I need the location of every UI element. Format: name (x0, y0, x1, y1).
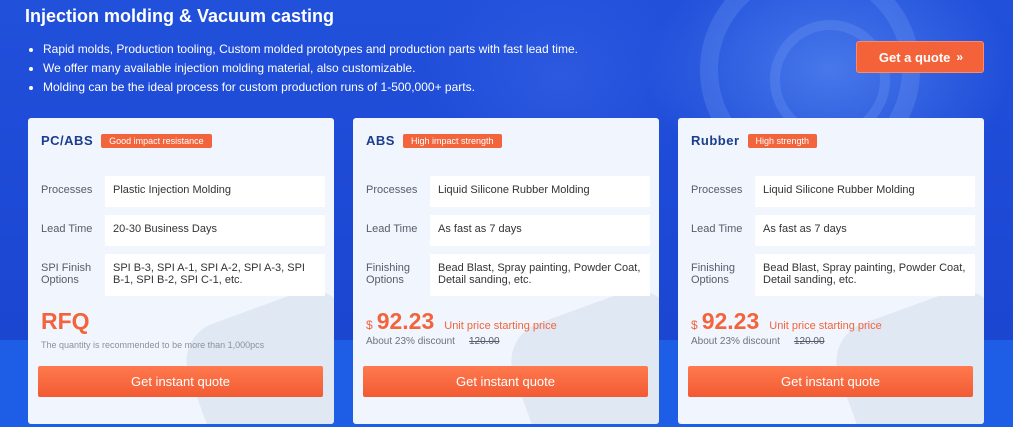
page-title: Injection molding & Vacuum casting (25, 6, 335, 26)
spec-value: As fast as 7 days (430, 215, 650, 246)
feature-bullet: Molding can be the ideal process for cus… (25, 78, 985, 97)
spec-rows: Processes Plastic Injection Molding Lead… (28, 176, 334, 304)
unit-price-label: Unit price starting price (769, 320, 882, 332)
original-price: 120.00 (793, 336, 825, 347)
spec-label: Lead Time (366, 223, 418, 235)
spec-value: 20-30 Business Days (105, 215, 325, 246)
spec-row-lead-time: Lead Time As fast as 7 days (353, 215, 659, 246)
discount-line: About 23% discount 120.00 (691, 336, 971, 347)
spec-row-processes: Processes Liquid Silicone Rubber Molding (353, 176, 659, 207)
spec-row-processes: Processes Plastic Injection Molding (28, 176, 334, 207)
spec-rows: Processes Liquid Silicone Rubber Molding… (353, 176, 659, 304)
get-a-quote-button[interactable]: Get a quote » (856, 41, 984, 73)
material-card-abs: ABS High impact strength Processes Liqui… (353, 118, 659, 424)
double-chevron-right-icon: » (956, 50, 963, 64)
currency-symbol: $ (366, 318, 373, 332)
material-card-pc-abs: PC/ABS Good impact resistance Processes … (28, 118, 334, 424)
property-tag: Good impact resistance (101, 133, 212, 148)
currency-symbol: $ (691, 318, 698, 332)
card-title: PC/ABS (41, 133, 94, 148)
spec-row-lead-time: Lead Time As fast as 7 days (678, 215, 984, 246)
spec-value: Plastic Injection Molding (105, 176, 325, 207)
spec-value: Bead Blast, Spray painting, Powder Coat,… (430, 254, 650, 296)
spec-value: As fast as 7 days (755, 215, 975, 246)
get-instant-quote-button[interactable]: Get instant quote (363, 366, 648, 397)
discount-line: About 23% discount 120.00 (366, 336, 646, 347)
spec-row-finishing-options: Finishing Options Bead Blast, Spray pain… (678, 254, 984, 296)
spec-label: Processes (366, 184, 418, 196)
feature-bullet: Rapid molds, Production tooling, Custom … (25, 40, 985, 59)
spec-row-finishing-options: Finishing Options Bead Blast, Spray pain… (353, 254, 659, 296)
spec-value: Bead Blast, Spray painting, Powder Coat,… (755, 254, 975, 296)
card-header: ABS High impact strength (366, 133, 502, 148)
rfq-label: RFQ (41, 308, 90, 334)
spec-label: SPI Finish Options (41, 262, 92, 286)
spec-label: Lead Time (41, 223, 93, 235)
price-line: $ 92.23 Unit price starting price (366, 308, 646, 334)
spec-value: Liquid Silicone Rubber Molding (430, 176, 650, 207)
quantity-note: The quantity is recommended to be more t… (41, 340, 265, 350)
property-tag: High impact strength (402, 133, 502, 148)
unit-price: 92.23 (701, 308, 760, 334)
price-area: $ 92.23 Unit price starting price About … (691, 308, 971, 347)
unit-price: 92.23 (376, 308, 435, 334)
price-area: RFQ The quantity is recommended to be mo… (41, 308, 321, 350)
get-instant-quote-button[interactable]: Get instant quote (688, 366, 973, 397)
spec-label: Processes (41, 184, 93, 196)
spec-value: SPI B-3, SPI A-1, SPI A-2, SPI A-3, SPI … (105, 254, 325, 296)
spec-row-lead-time: Lead Time 20-30 Business Days (28, 215, 334, 246)
card-header: PC/ABS Good impact resistance (41, 133, 212, 148)
spec-row-finish-options: SPI Finish Options SPI B-3, SPI A-1, SPI… (28, 254, 334, 296)
price-area: $ 92.23 Unit price starting price About … (366, 308, 646, 347)
card-header: Rubber High strength (691, 133, 818, 148)
unit-price-label: Unit price starting price (444, 320, 557, 332)
spec-label: Finishing Options (366, 262, 411, 286)
price-line: $ 92.23 Unit price starting price (691, 308, 971, 334)
spec-label: Lead Time (691, 223, 743, 235)
property-tag: High strength (747, 133, 818, 148)
material-card-rubber: Rubber High strength Processes Liquid Si… (678, 118, 984, 424)
hero-header: Injection molding & Vacuum casting Rapid… (25, 6, 985, 97)
card-title: ABS (366, 133, 395, 148)
feature-bullet: We offer many available injection moldin… (25, 59, 985, 78)
spec-row-processes: Processes Liquid Silicone Rubber Molding (678, 176, 984, 207)
spec-rows: Processes Liquid Silicone Rubber Molding… (678, 176, 984, 304)
discount-text: About 23% discount (366, 336, 455, 347)
feature-list: Rapid molds, Production tooling, Custom … (25, 40, 985, 97)
card-title: Rubber (691, 133, 740, 148)
spec-label: Processes (691, 184, 743, 196)
get-a-quote-label: Get a quote (878, 49, 951, 65)
get-instant-quote-button[interactable]: Get instant quote (38, 366, 323, 397)
spec-value: Liquid Silicone Rubber Molding (755, 176, 975, 207)
original-price: 120.00 (468, 336, 500, 347)
discount-text: About 23% discount (691, 336, 780, 347)
spec-label: Finishing Options (691, 262, 736, 286)
